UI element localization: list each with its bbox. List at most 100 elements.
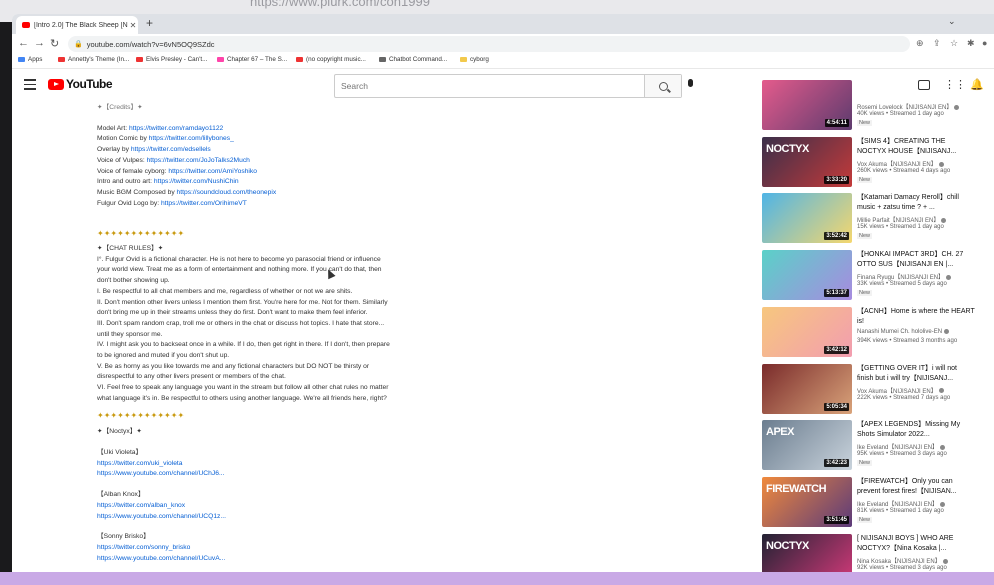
recommended-video[interactable]: 4:54:11 Rosemi Lovelock【NIJISANJI EN】 40K … [762, 80, 982, 132]
credit-label: Motion Comic by [97, 135, 147, 143]
recommended-video[interactable]: NOCTYX [ NIJISANJI BOYS ] WHO ARE NOCTYX?… [762, 533, 982, 572]
video-thumbnail[interactable]: APEX 3:42:23 [762, 420, 852, 471]
taskbar-edge [0, 572, 994, 585]
credit-link[interactable]: https://twitter.com/edsellels [131, 146, 211, 153]
video-thumbnail[interactable]: FIREWATCH 3:51:45 [762, 476, 852, 527]
search-icon [658, 81, 668, 91]
video-thumbnail[interactable]: 4:54:11 [762, 80, 852, 130]
credit-link[interactable]: https://twitter.com/NushiChin [154, 178, 239, 185]
video-meta: 95K views • Streamed 3 days ago [857, 451, 947, 458]
credit-link[interactable]: https://twitter.com/AmiYoshiko [168, 168, 257, 175]
video-title[interactable]: 【APEX LEGENDS】Missing My Shots Simulator… [857, 420, 975, 440]
credit-line: Model Art: https://twitter.com/ramdayo11… [97, 124, 447, 135]
channel-name[interactable]: Millie Parfait【NIJISANJI EN】 [857, 215, 947, 224]
youtube-icon [136, 57, 143, 62]
youtube-play-icon [48, 78, 64, 90]
video-title[interactable]: 【SIMS 4】CREATING THE NOCTYX HOUSE【NIJISA… [857, 137, 975, 157]
member-youtube-link[interactable]: https://www.youtube.com/channel/UCuvA... [97, 554, 447, 565]
video-meta: 40K views • Streamed 1 day ago [857, 111, 944, 117]
bookmark-star-icon[interactable]: ☆ [950, 38, 958, 49]
reload-button[interactable]: ↻ [50, 37, 59, 50]
video-meta: 81K views • Streamed 1 day ago [857, 507, 944, 514]
bookmark-item[interactable]: Chapter 67 – The S... [217, 56, 287, 63]
channel-name[interactable]: Rosemi Lovelock【NIJISANJI EN】 [857, 102, 960, 111]
video-title[interactable]: 【FIREWATCH】Only you can prevent forest f… [857, 477, 975, 497]
duration-badge: 3:52:42 [824, 232, 849, 241]
channel-name[interactable]: Nanashi Mumei Ch. hololive-EN [857, 328, 950, 335]
share-icon[interactable]: ⇪ [933, 38, 941, 49]
video-thumbnail[interactable]: NOCTYX [762, 533, 852, 572]
youtube-icon [58, 57, 65, 62]
bookmarks-bar: Apps Annetty's Theme (In... Elvis Presle… [12, 54, 994, 69]
recommended-video[interactable]: 5:05:34 【GETTING OVER IT】i will not finis… [762, 363, 982, 416]
search-input[interactable] [335, 75, 635, 97]
search-button[interactable] [644, 75, 681, 97]
member-twitter-link[interactable]: https://twitter.com/alban_knox [97, 501, 447, 512]
credit-link[interactable]: https://twitter.com/ramdayo1122 [129, 125, 223, 132]
recommended-video[interactable]: APEX 3:42:23 【APEX LEGENDS】Missing My Shot… [762, 420, 982, 472]
microphone-icon[interactable] [688, 79, 693, 87]
video-thumbnail[interactable]: 5:05:34 [762, 363, 852, 414]
recommended-video[interactable]: 5:13:37 【HONKAI IMPACT 3RD】CH. 27 OTTO SU… [762, 250, 982, 302]
new-tab-button[interactable]: + [146, 16, 153, 30]
video-title[interactable]: 【HONKAI IMPACT 3RD】CH. 27 OTTO SUS【NIJIS… [857, 250, 975, 270]
bookmark-item[interactable]: Chatbot Command... [379, 56, 447, 63]
address-bar[interactable]: 🔒 youtube.com/watch?v=6vN5OQ9SZdc [68, 36, 910, 52]
credit-link[interactable]: https://soundcloud.com/theonepix [177, 189, 277, 196]
channel-name[interactable]: Finana Ryugu【NIJISANJI EN】 [857, 272, 952, 281]
lock-icon: 🔒 [74, 41, 83, 48]
verified-check-icon [944, 328, 950, 334]
browser-tab[interactable]: [Intro 2.0] The Black Sheep [Nii... ✕ [16, 16, 138, 34]
new-badge: New [857, 120, 873, 126]
separator-line: ✦✦✦✦✦✦✦✦✦✦✦✦✦ [97, 410, 185, 420]
credit-label: Voice of female cyborg: [97, 167, 167, 175]
member-twitter-link[interactable]: https://twitter.com/sonny_brisko [97, 543, 447, 554]
credit-line: Voice of female cyborg: https://twitter.… [97, 167, 447, 178]
recommended-video[interactable]: 3:42:12 【ACNH】Home is where the HEART is!… [762, 306, 982, 359]
video-title[interactable]: 【ACNH】Home is where the HEART is! [857, 307, 975, 327]
recommended-video[interactable]: 3:52:42 【Katamari Damacy Reroll】chill mus… [762, 193, 982, 245]
channel-name[interactable]: Ike Eveland【NIJISANJI EN】 [857, 499, 946, 508]
bookmark-apps[interactable]: Apps [18, 56, 42, 63]
chat-rule-line: until they sponsor me. [97, 330, 163, 338]
menu-icon[interactable] [24, 79, 36, 93]
member-youtube-link[interactable]: https://www.youtube.com/channel/UChJ6... [97, 469, 447, 480]
video-title[interactable]: 【GETTING OVER IT】i will not finish but i… [857, 364, 975, 384]
recommended-video[interactable]: NOCTYX 3:33:20 【SIMS 4】CREATING THE NOCTYX… [762, 136, 982, 189]
bookmark-item[interactable]: Elvis Presley - Can't... [136, 56, 207, 63]
chat-rule-line: II. Don't mention other livers unless I … [97, 298, 388, 306]
close-tab-icon[interactable]: ✕ [128, 21, 138, 30]
bookmark-item[interactable]: Annetty's Theme (In... [58, 56, 129, 63]
credits-heading: ✦【Credits】✦ [97, 104, 143, 111]
chat-rule-line: I°. Fulgur Ovid is a fictional character… [97, 255, 381, 263]
bookmark-item[interactable]: cyborg [460, 56, 489, 63]
channel-name[interactable]: Vox Akuma【NIJISANJI EN】 [857, 159, 944, 168]
chat-rule-line: to be ignored and muted if you don't shu… [97, 352, 230, 360]
bookmark-item[interactable]: (no copyright music... [296, 56, 366, 63]
apps-grid-icon [18, 57, 25, 62]
channel-name[interactable]: Ike Eveland【NIJISANJI EN】 [857, 442, 946, 451]
credit-link[interactable]: https://twitter.com/lillybones_ [149, 135, 234, 142]
member-youtube-link[interactable]: https://www.youtube.com/channel/UCQ1z... [97, 512, 447, 523]
video-thumbnail[interactable]: 3:42:12 [762, 306, 852, 357]
youtube-logo[interactable]: YouTube [48, 77, 113, 91]
recommended-video[interactable]: FIREWATCH 3:51:45 【FIREWATCH】Only you can … [762, 476, 982, 529]
video-thumbnail[interactable]: 5:13:37 [762, 250, 852, 301]
video-thumbnail[interactable]: 3:52:42 [762, 193, 852, 244]
channel-name[interactable]: Nina Kosaka【NIJISANJI EN】 [857, 556, 948, 565]
chevron-down-icon[interactable]: ⌄ [948, 16, 956, 27]
channel-name[interactable]: Vox Akuma【NIJISANJI EN】 [857, 386, 944, 395]
video-thumbnail[interactable]: NOCTYX 3:33:20 [762, 136, 852, 187]
extensions-icon[interactable]: ✱ [967, 38, 975, 49]
video-title[interactable]: 【Katamari Damacy Reroll】chill music + za… [857, 193, 975, 213]
credit-link[interactable]: https://twitter.com/JoJoTalks2Much [147, 157, 250, 164]
member-twitter-link[interactable]: https://twitter.com/uki_violeta [97, 459, 447, 470]
install-icon[interactable]: ⊕ [916, 38, 924, 49]
youtube-favicon-icon [22, 22, 30, 28]
back-button[interactable]: ← [18, 37, 29, 49]
video-title[interactable]: [ NIJISANJI BOYS ] WHO ARE NOCTYX?【Nina … [857, 534, 975, 554]
verified-check-icon [940, 501, 946, 507]
profile-icon[interactable]: ● [982, 38, 987, 48]
forward-button[interactable]: → [34, 37, 45, 49]
credit-link[interactable]: https://twitter.com/OrihimeVT [161, 200, 247, 207]
